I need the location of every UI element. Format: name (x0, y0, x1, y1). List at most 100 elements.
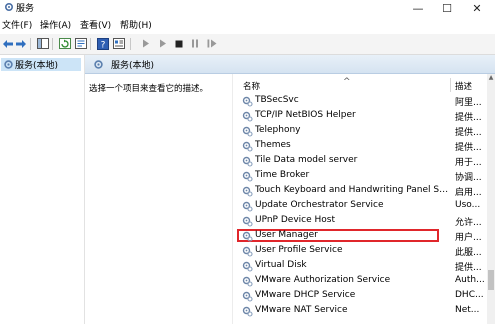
service-description: 提供... (455, 263, 482, 273)
toolbar-separator (130, 38, 131, 50)
service-name: TCP/IP NetBIOS Helper (255, 110, 356, 120)
stop-service-button[interactable] (172, 37, 185, 50)
services-gear-icon (4, 60, 13, 69)
restart-service-button[interactable] (205, 37, 218, 50)
service-row[interactable]: Themes 提供... (233, 139, 488, 154)
menu-file[interactable]: 文件(F) (2, 18, 32, 31)
restart-icon (207, 39, 216, 48)
service-name: Telephony (255, 125, 301, 135)
service-gear-icon (242, 111, 253, 122)
description-prompt: 选择一个项目来查看它的描述。 (89, 84, 209, 94)
service-row[interactable]: TCP/IP NetBIOS Helper 提供... (233, 109, 488, 124)
forward-button[interactable] (14, 37, 27, 50)
window-title: 服务 (16, 4, 35, 14)
service-gear-icon (242, 141, 253, 152)
maximize-button[interactable]: ☐ (434, 0, 460, 16)
back-button[interactable] (1, 37, 14, 50)
service-row[interactable]: User Manager 用户... (233, 229, 488, 244)
menu-action[interactable]: 操作(A) (40, 18, 71, 31)
scroll-up-arrow-icon[interactable]: ▲ (487, 74, 495, 82)
properties-button[interactable] (112, 37, 125, 50)
menu-bar: 文件(F) 操作(A) 查看(V) 帮助(H) (0, 17, 495, 32)
back-arrow-icon (2, 39, 13, 48)
export-list-icon (74, 38, 87, 49)
service-row[interactable]: TBSecSvc 阿里... (233, 94, 488, 109)
scrollbar-thumb[interactable] (488, 270, 494, 290)
service-gear-icon (242, 216, 253, 227)
service-row[interactable]: Telephony 提供... (233, 124, 488, 139)
start-service-button[interactable] (139, 37, 152, 50)
play-icon (142, 39, 149, 48)
minimize-button[interactable]: — (405, 0, 431, 16)
column-header-row: 名称 ^ 描述 (233, 77, 488, 92)
service-description: 阿里... (455, 98, 482, 108)
service-row[interactable]: Tile Data model server 用于... (233, 154, 488, 169)
service-row[interactable]: Update Orchestrator Service Uso... (233, 199, 488, 214)
properties-icon (112, 38, 125, 49)
service-description: 此服... (455, 248, 482, 258)
play-icon (159, 39, 166, 48)
service-description: Net... (455, 305, 480, 315)
pause-icon (191, 39, 198, 48)
sort-ascending-icon: ^ (343, 77, 351, 87)
column-header-description[interactable]: 描述 (455, 80, 472, 92)
service-description: Auth... (455, 275, 485, 285)
service-description: 协调... (455, 173, 482, 183)
services-list: 名称 ^ 描述 TBSecSvc 阿里... TCP/IP NetBIOS Help… (232, 74, 495, 324)
console-tree: 服务(本地) (0, 55, 85, 324)
toolbar-separator (90, 38, 91, 50)
service-name: Update Orchestrator Service (255, 200, 384, 210)
service-description: 提供... (455, 143, 482, 153)
tree-item-label: 服务(本地) (15, 61, 59, 71)
forward-arrow-icon (15, 39, 26, 48)
service-gear-icon (242, 171, 253, 182)
show-hide-tree-button[interactable] (36, 37, 49, 50)
service-row[interactable]: VMware NAT Service Net... (233, 304, 488, 319)
close-button[interactable]: ✕ (464, 0, 490, 16)
export-list-button[interactable] (74, 37, 87, 50)
service-row[interactable]: UPnP Device Host 允许... (233, 214, 488, 229)
service-name: TBSecSvc (255, 95, 299, 105)
service-row[interactable]: Virtual Disk 提供... (233, 259, 488, 274)
service-row[interactable]: VMware DHCP Service DHC... (233, 289, 488, 304)
console-tree-icon (36, 38, 49, 49)
service-name: Themes (255, 140, 291, 150)
service-row[interactable]: VMware Authorization Service Auth... (233, 274, 488, 289)
toolbar-separator (30, 38, 31, 50)
refresh-icon (58, 38, 71, 49)
service-gear-icon (242, 96, 253, 107)
stop-icon (175, 40, 182, 47)
service-description: 用于... (455, 158, 482, 168)
column-divider[interactable] (450, 78, 451, 92)
toolbar: ? (0, 34, 495, 55)
start-service-alt-button[interactable] (156, 37, 169, 50)
vertical-scrollbar[interactable]: ▲ (487, 74, 495, 324)
pane-header-title: 服务(本地) (111, 61, 155, 71)
service-description: 提供... (455, 128, 482, 138)
service-description: 允许... (455, 218, 482, 228)
services-gear-icon (4, 2, 14, 12)
service-row[interactable]: Time Broker 协调... (233, 169, 488, 184)
services-gear-icon (94, 60, 103, 69)
service-row[interactable]: Touch Keyboard and Handwriting Panel Ser… (233, 184, 488, 199)
help-button[interactable]: ? (96, 37, 109, 50)
service-description: Uso... (455, 200, 481, 210)
service-gear-icon (242, 276, 253, 287)
pause-service-button[interactable] (188, 37, 201, 50)
pane-header: 服务(本地) (85, 55, 495, 74)
service-description: 提供... (455, 113, 482, 123)
refresh-button[interactable] (58, 37, 71, 50)
service-name: Virtual Disk (255, 260, 307, 270)
toolbar-separator (52, 38, 53, 50)
help-icon: ? (96, 37, 109, 50)
tree-item-services-local[interactable]: 服务(本地) (1, 58, 81, 71)
service-gear-icon (242, 306, 253, 317)
title-bar: 服务 — ☐ ✕ (0, 0, 495, 16)
service-description: 启用... (455, 188, 482, 198)
menu-help[interactable]: 帮助(H) (120, 18, 152, 31)
service-gear-icon (242, 246, 253, 257)
service-row[interactable]: User Profile Service 此服... (233, 244, 488, 259)
menu-view[interactable]: 查看(V) (80, 18, 111, 31)
column-header-name[interactable]: 名称 (243, 80, 260, 92)
service-gear-icon (242, 156, 253, 167)
